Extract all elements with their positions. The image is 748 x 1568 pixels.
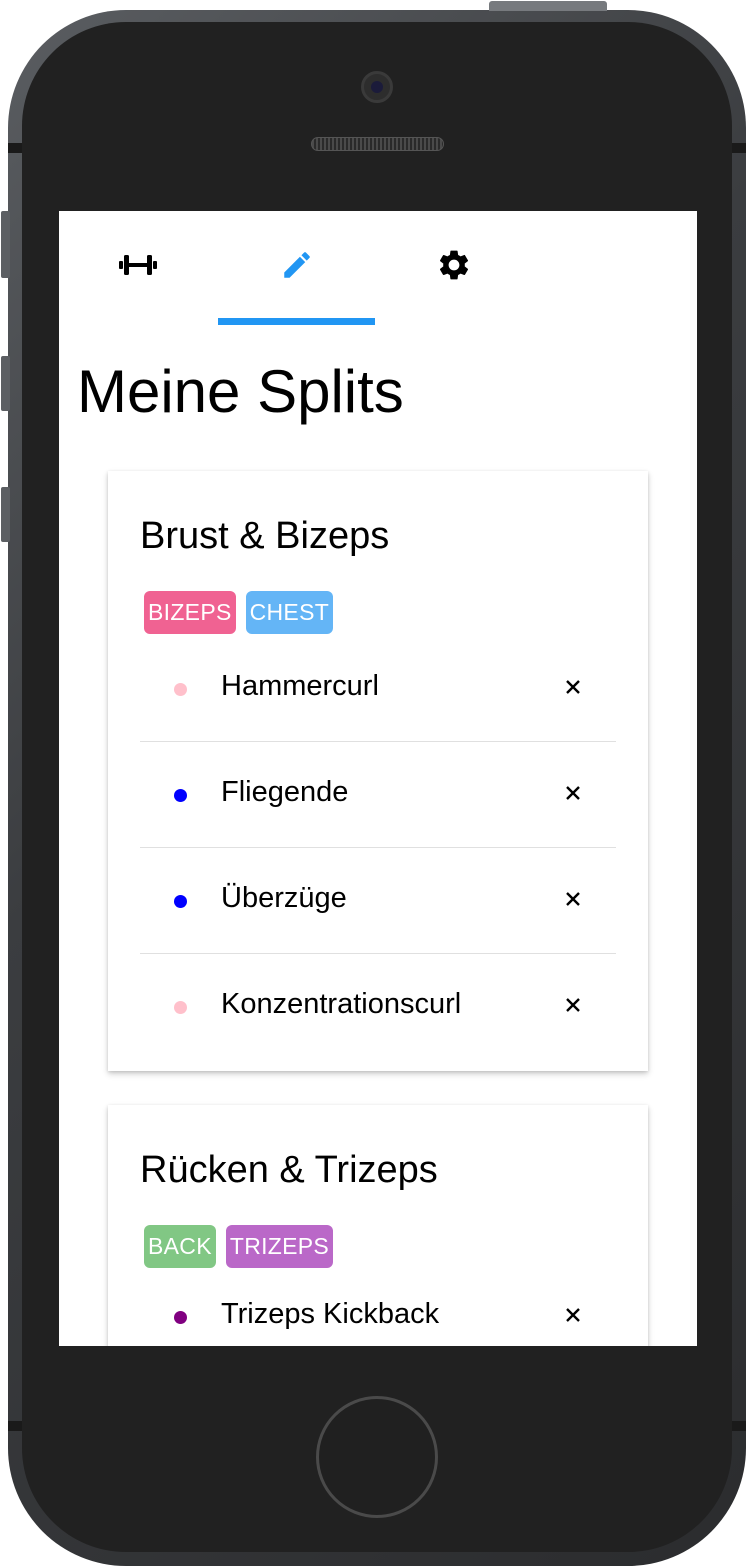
tab-edit[interactable] — [218, 211, 376, 325]
tab-workout[interactable] — [59, 211, 217, 325]
muscle-dot — [174, 1001, 187, 1014]
tab-settings[interactable] — [375, 211, 533, 325]
volume-up-button — [1, 356, 10, 411]
split-card[interactable]: Rücken & Trizeps BACK TRIZEPS Trizeps Ki… — [108, 1105, 648, 1346]
app-screen: Meine Splits Brust & Bizeps BIZEPS CHEST… — [59, 211, 697, 1346]
page-title: Meine Splits — [77, 358, 404, 425]
exercise-row[interactable]: Hammercurl — [140, 636, 616, 742]
dumbbell-icon — [119, 255, 157, 275]
exercise-row[interactable]: Fliegende — [140, 742, 616, 848]
badge-bizeps: BIZEPS — [144, 591, 236, 634]
remove-exercise-button[interactable] — [558, 778, 588, 808]
badge-back: BACK — [144, 1225, 216, 1268]
exercise-name: Fliegende — [221, 776, 349, 808]
badge-chest: CHEST — [245, 591, 334, 634]
remove-exercise-button[interactable] — [558, 884, 588, 914]
close-icon — [566, 680, 580, 694]
exercise-list: Trizeps Kickback — [140, 1270, 616, 1346]
muscle-dot — [174, 789, 187, 802]
tab-bar — [59, 211, 697, 325]
close-icon — [566, 892, 580, 906]
remove-exercise-button[interactable] — [558, 1300, 588, 1330]
exercise-list: Hammercurl Fliegende Überzüge Konzentrat… — [140, 636, 616, 1060]
antenna-band — [732, 1421, 746, 1431]
exercise-name: Konzentrationscurl — [221, 988, 462, 1020]
home-button[interactable] — [316, 1396, 438, 1518]
exercise-name: Überzüge — [221, 882, 347, 914]
volume-down-button — [1, 487, 10, 542]
exercise-name: Trizeps Kickback — [221, 1298, 440, 1330]
active-tab-indicator — [218, 318, 375, 325]
antenna-band — [8, 143, 22, 153]
muscle-dot — [174, 683, 187, 696]
pencil-icon — [284, 252, 310, 278]
remove-exercise-button[interactable] — [558, 990, 588, 1020]
gear-icon — [439, 250, 469, 280]
exercise-row[interactable]: Konzentrationscurl — [140, 954, 616, 1060]
close-icon — [566, 786, 580, 800]
exercise-name: Hammercurl — [221, 670, 379, 702]
exercise-row[interactable]: Überzüge — [140, 848, 616, 954]
earpiece-speaker — [311, 137, 444, 151]
muscle-badges: BACK TRIZEPS — [144, 1225, 334, 1268]
antenna-band — [732, 143, 746, 153]
close-icon — [566, 1308, 580, 1322]
front-camera — [361, 71, 393, 103]
mute-switch — [1, 211, 10, 278]
badge-trizeps: TRIZEPS — [225, 1225, 334, 1268]
antenna-band — [8, 1421, 22, 1431]
remove-exercise-button[interactable] — [558, 672, 588, 702]
split-title: Brust & Bizeps — [140, 515, 390, 557]
close-icon — [566, 998, 580, 1012]
muscle-dot — [174, 895, 187, 908]
split-card[interactable]: Brust & Bizeps BIZEPS CHEST Hammercurl F… — [108, 471, 648, 1071]
power-button — [489, 1, 607, 11]
exercise-row[interactable]: Trizeps Kickback — [140, 1264, 616, 1346]
muscle-badges: BIZEPS CHEST — [144, 591, 334, 634]
split-title: Rücken & Trizeps — [140, 1149, 438, 1191]
muscle-dot — [174, 1311, 187, 1324]
